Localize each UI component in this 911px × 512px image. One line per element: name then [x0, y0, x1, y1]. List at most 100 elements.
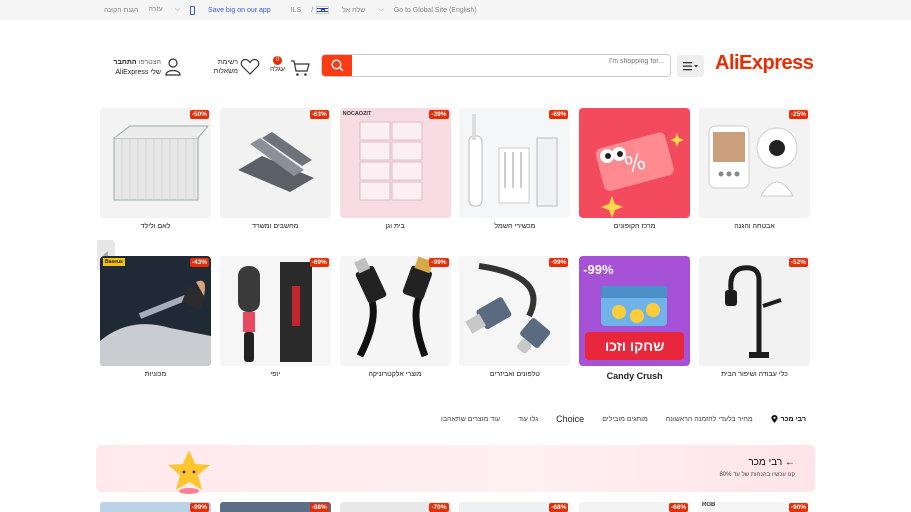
wishlist-link[interactable]: רשימת משאלות [212, 58, 238, 76]
discount-badge: -63% [309, 110, 329, 119]
category-image-appliances: -69% [459, 108, 571, 218]
tab-label: רבי מכר [780, 415, 806, 423]
category-label: לאם ולילד [140, 223, 171, 230]
hair-brush-image [237, 262, 312, 362]
search-input[interactable] [374, 58, 664, 65]
category-card-appliances[interactable]: -69% מכשירי חשמל [459, 108, 571, 230]
usb-cable-image [353, 256, 434, 358]
help-menu[interactable]: עזרה ⌵ [148, 6, 180, 14]
star-mascot-icon [168, 450, 210, 494]
categories-menu-button[interactable] [677, 55, 704, 77]
category-card-security[interactable]: -25% אבטחה והגנה [698, 108, 810, 230]
category-row-2: Baseus -43% מכוניות -69% יופי -99% מוצרי… [100, 256, 810, 381]
discount-badge: -99% [429, 258, 449, 267]
search-box [321, 54, 671, 77]
ship-to-label: שלח אל [342, 6, 366, 14]
cart-label: עגלה [270, 66, 285, 73]
bestsellers-banner[interactable]: רבי מכר ← קנו עכשיו בהנחות של עד 80% [96, 445, 815, 494]
global-site-link[interactable]: Go to Global Site (English) [394, 7, 477, 14]
search-button[interactable] [322, 55, 352, 76]
category-label: יופי [270, 371, 281, 378]
category-label: מכוניות [144, 371, 167, 378]
banner-title[interactable]: רבי מכר ← [748, 457, 795, 468]
category-card-tools[interactable]: -52% כלי עבודה ושיפור הבית [698, 256, 810, 381]
discount-badge: -69% [309, 258, 329, 267]
tab-explore-more[interactable]: גלו עוד [518, 416, 538, 423]
wishlist-label-1: רשימת [217, 59, 238, 66]
category-image-candy-crush: -99% שחקו וזכו [579, 256, 691, 366]
category-image-security: -25% [698, 108, 810, 218]
category-card-computers-office[interactable]: -63% מחשבים ומשרד [219, 108, 331, 230]
aliexpress-logo[interactable]: AliExpress [715, 52, 814, 75]
hamburger-icon [682, 62, 698, 71]
tab-first-order-price[interactable]: מחיר בלעדי להזמנה הראשונה [666, 416, 753, 423]
category-card-phones[interactable]: -99% טלפונים ואביזרים [459, 256, 571, 381]
brand-label: Baseus [103, 258, 125, 266]
promo-percent: -99% [583, 262, 614, 277]
search-icon [330, 59, 343, 72]
my-aliexpress-label: AliExpress שלי [115, 69, 161, 76]
category-label: בית וגן [385, 223, 405, 230]
tab-choice[interactable]: Choice [556, 414, 584, 424]
banner-subtitle: קנו עכשיו בהנחות של עד 80% [719, 472, 795, 478]
arrow-right-icon: ← [785, 457, 795, 468]
category-label: אבטחה והגנה [734, 223, 775, 230]
category-image-automotive: Baseus -43% [100, 256, 211, 366]
israel-flag-icon [316, 6, 330, 14]
coupon-image: % [595, 132, 685, 218]
heart-icon[interactable] [240, 58, 260, 76]
app-promo-link[interactable]: Save big on our app [190, 5, 281, 15]
category-card-coupon-center[interactable]: % מרכז הקופונים [579, 108, 691, 230]
join-label: הצטרפו [138, 59, 161, 66]
water-flosser-image [468, 114, 558, 207]
category-image-phones: -99% [459, 256, 571, 366]
promo-title: שחקו וזכו [605, 338, 665, 354]
account-menu[interactable]: הצטרפו התחבר AliExpress שלי [101, 58, 161, 78]
category-card-candy-crush[interactable]: -99% שחקו וזכו Candy Crush [579, 256, 691, 381]
category-label: מכשירי חשמל [494, 223, 536, 230]
category-label: טלפונים ואביזרים [489, 371, 540, 378]
help-label: עזרה [148, 6, 163, 13]
brand-label: NOCAOZIT [342, 111, 372, 117]
product-tabs: רבי מכר מחיר בלעדי להזמנה הראשונה מותגים… [441, 414, 806, 424]
category-image-computers-office: -63% [219, 108, 331, 218]
tab-bestsellers[interactable]: רבי מכר [771, 415, 806, 423]
category-card-electronics[interactable]: -99% מוצרי אלקטרוניקה [339, 256, 451, 381]
location-pin-icon [771, 415, 778, 423]
ship-to-selector[interactable]: / שלח אל ⌵ [311, 6, 384, 14]
playpen-image [113, 125, 210, 201]
car-washer-image [100, 280, 211, 366]
user-icon[interactable] [165, 58, 181, 76]
discount-badge: -69% [549, 110, 569, 119]
phone-icon [190, 5, 196, 15]
buyer-protection-link[interactable]: הגנת הקונה [104, 7, 138, 14]
discount-badge: -43% [189, 258, 209, 267]
category-image-tools: -52% [698, 256, 810, 366]
category-image-home-garden: NOCAOZIT -39% [339, 108, 451, 218]
laptop-stand-image [237, 132, 314, 192]
top-bar: הגנת הקונה עזרה ⌵ Save big on our app IL… [0, 0, 911, 20]
category-label: מוצרי אלקטרוניקה [368, 371, 422, 378]
discount-badge: -52% [788, 258, 808, 267]
category-label: מחשבים ומשרד [252, 223, 299, 230]
cart-icon[interactable] [290, 59, 310, 77]
currency-selector[interactable]: ILS [291, 7, 302, 14]
category-row-1: -50% לאם ולילד -63% מחשבים ומשרד NOCAOZI… [100, 108, 810, 230]
app-promo-label: Save big on our app [208, 6, 271, 14]
category-card-automotive[interactable]: Baseus -43% מכוניות [100, 256, 211, 381]
tab-more-to-love[interactable]: עוד מוצרים שתאהבו [441, 416, 500, 423]
category-label: Candy Crush [606, 371, 663, 381]
faucet-image [724, 265, 782, 358]
discount-badge: -39% [429, 110, 449, 119]
discount-badge: -50% [189, 110, 209, 119]
banner-title-label: רבי מכר [748, 457, 783, 468]
tab-top-brands[interactable]: מותגים מובילים [602, 416, 648, 423]
shoe-boxes-image [359, 121, 422, 201]
category-card-home-garden[interactable]: NOCAOZIT -39% בית וגן [339, 108, 451, 230]
category-image-electronics: -99% [339, 256, 451, 366]
category-label: כלי עבודה ושיפור הבית [721, 371, 788, 378]
category-card-mother-kids[interactable]: -50% לאם ולילד [100, 108, 211, 230]
wishlist-label-2: משאלות [213, 68, 238, 75]
category-card-beauty[interactable]: -69% יופי [219, 256, 331, 381]
category-image-coupon-center: % [579, 108, 691, 218]
